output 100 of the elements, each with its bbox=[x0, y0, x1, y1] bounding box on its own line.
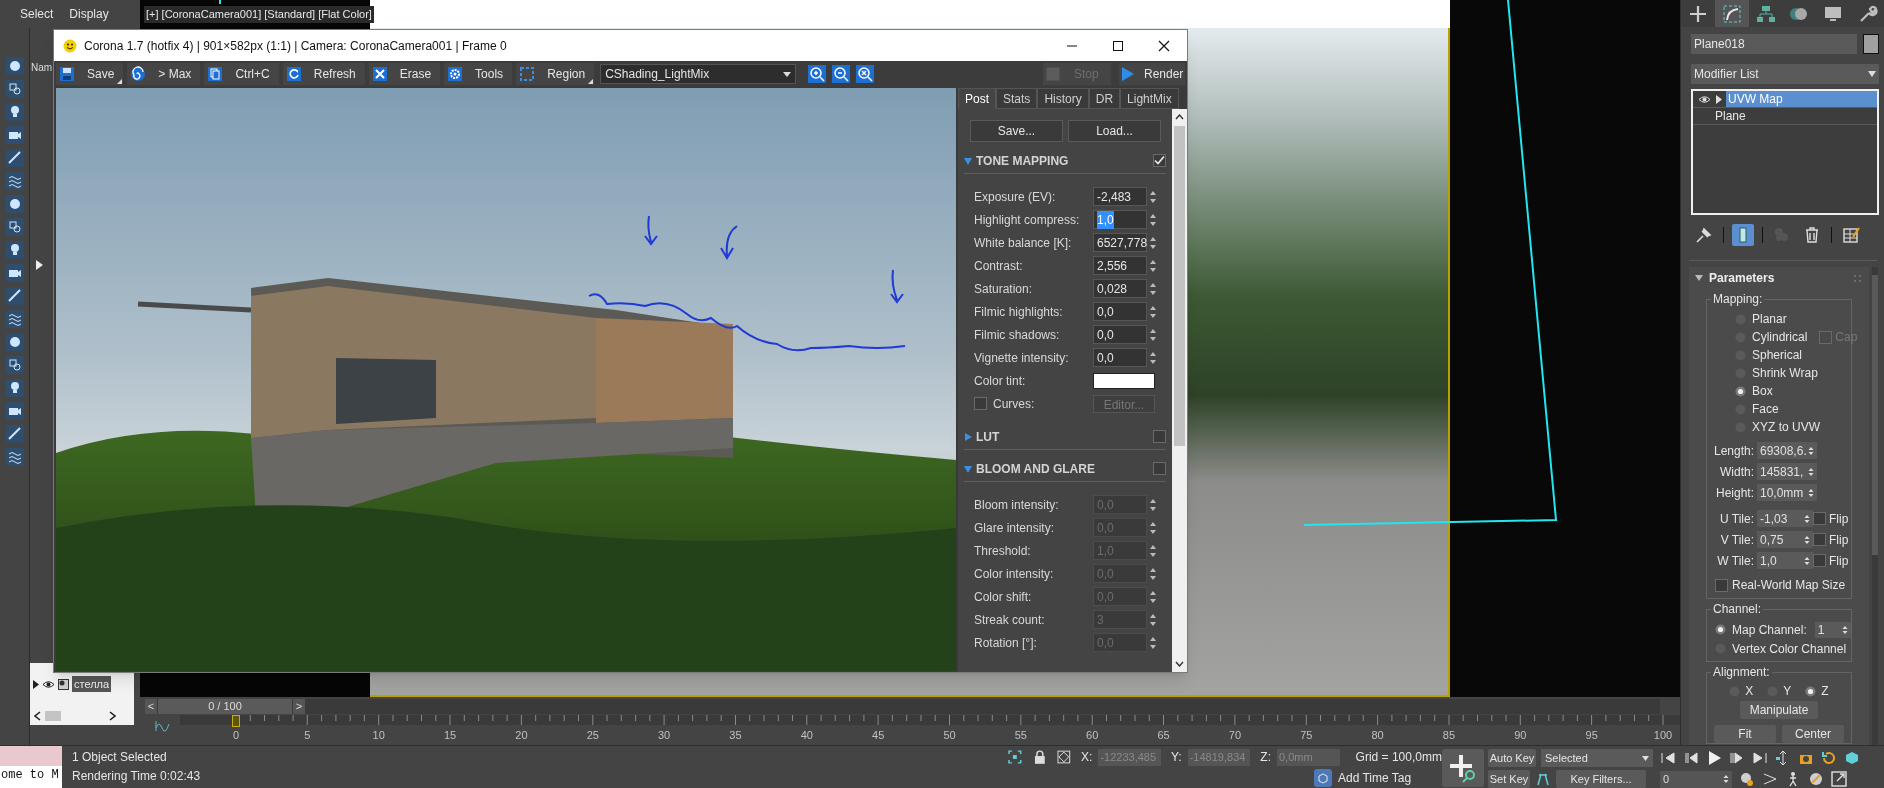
cube-icon[interactable] bbox=[1844, 750, 1860, 766]
spinner-icon[interactable] bbox=[1149, 635, 1157, 650]
scrollbar[interactable] bbox=[1172, 109, 1187, 672]
checkbox[interactable] bbox=[1715, 578, 1728, 592]
option-label[interactable]: Shrink Wrap bbox=[1752, 364, 1818, 382]
number-field[interactable]: -1,03 bbox=[1757, 510, 1813, 527]
modifier-list-dropdown[interactable]: Modifier List bbox=[1691, 64, 1879, 84]
rotate-icon[interactable] bbox=[1821, 750, 1837, 766]
menu-item[interactable]: Display bbox=[69, 5, 109, 23]
auto-key-button[interactable]: Auto Key bbox=[1488, 749, 1536, 767]
cube-icon[interactable] bbox=[1314, 769, 1332, 787]
listener-output[interactable]: ome to M bbox=[0, 766, 62, 788]
scroll-right-icon[interactable] bbox=[109, 711, 116, 721]
number-field[interactable]: 2,556 bbox=[1093, 256, 1147, 275]
checkbox[interactable] bbox=[1153, 154, 1166, 167]
spinner-icon[interactable] bbox=[1149, 497, 1157, 512]
spinner-icon[interactable] bbox=[1149, 212, 1157, 227]
object-color-swatch[interactable] bbox=[1863, 34, 1879, 54]
scroll-left-icon[interactable] bbox=[34, 711, 41, 721]
lightbulb-icon[interactable] bbox=[5, 241, 24, 259]
option-label[interactable]: Vertex Color Channel bbox=[1732, 639, 1847, 658]
collapse-triangle-icon[interactable] bbox=[964, 156, 972, 165]
scrollbar-thumb[interactable] bbox=[45, 711, 61, 721]
expand-arrow-icon[interactable] bbox=[36, 260, 43, 270]
object-name-field[interactable]: Plane018 bbox=[1691, 34, 1857, 54]
option-label[interactable]: X bbox=[1745, 682, 1754, 700]
checkbox-label[interactable]: Flip bbox=[1829, 551, 1849, 570]
timeline-ruler[interactable] bbox=[180, 715, 1680, 725]
clock-icon[interactable] bbox=[1739, 771, 1755, 787]
option-label[interactable]: Spherical bbox=[1752, 346, 1803, 364]
tab[interactable] bbox=[1681, 0, 1715, 27]
number-field[interactable]: 10,0mm bbox=[1757, 484, 1817, 501]
zoom-fit-icon[interactable] bbox=[856, 65, 875, 83]
spinner-icon[interactable] bbox=[1149, 304, 1157, 319]
ruler-icon[interactable] bbox=[5, 287, 24, 305]
menu-item[interactable]: Select bbox=[20, 5, 54, 23]
fit-button[interactable]: Fit bbox=[1714, 725, 1776, 743]
option-label[interactable]: Box bbox=[1752, 382, 1773, 400]
spinner-icon[interactable] bbox=[1149, 235, 1157, 250]
toolbar-button[interactable]: Refresh bbox=[282, 63, 365, 85]
option-label[interactable]: Planar bbox=[1752, 310, 1787, 328]
radio-button[interactable] bbox=[1805, 685, 1817, 697]
scroll-up-icon[interactable] bbox=[1175, 114, 1184, 120]
spinner-icon[interactable] bbox=[1808, 466, 1814, 477]
render-button[interactable]: Render bbox=[1119, 63, 1185, 85]
spinner-icon[interactable] bbox=[1808, 445, 1814, 456]
tab[interactable]: Post bbox=[958, 88, 996, 109]
checkbox-label[interactable]: Flip bbox=[1829, 509, 1849, 528]
save-button[interactable]: Save... bbox=[970, 120, 1063, 142]
lightbulb-icon[interactable] bbox=[5, 379, 24, 397]
key-mode-dropdown[interactable]: Selected bbox=[1541, 749, 1653, 767]
tab[interactable]: LightMix bbox=[1120, 88, 1179, 109]
toolbar-button[interactable]: Region bbox=[516, 63, 595, 85]
lightbulb-icon[interactable] bbox=[5, 103, 24, 121]
tab[interactable]: Stats bbox=[996, 88, 1038, 109]
option-label[interactable]: XYZ to UVW bbox=[1752, 418, 1820, 436]
option-label[interactable]: Y bbox=[1783, 682, 1792, 700]
frame-field[interactable]: 0 bbox=[1660, 770, 1732, 788]
option-label[interactable]: Z bbox=[1821, 682, 1829, 700]
ruler-icon[interactable] bbox=[5, 425, 24, 443]
eye-icon[interactable] bbox=[42, 679, 55, 689]
tab[interactable] bbox=[1714, 0, 1749, 27]
radio-button[interactable] bbox=[1735, 385, 1746, 397]
key-filters-button[interactable]: Key Filters... bbox=[1556, 770, 1646, 788]
checkbox[interactable] bbox=[1813, 533, 1826, 546]
curve-editor-icon[interactable] bbox=[155, 720, 171, 732]
collapse-triangle-icon[interactable] bbox=[964, 464, 972, 473]
channel-dropdown[interactable]: CShading_LightMix bbox=[600, 64, 797, 84]
expand-arrow-icon[interactable] bbox=[1716, 94, 1722, 104]
scrollbar[interactable] bbox=[1872, 267, 1878, 745]
checkbox-label[interactable]: Flip bbox=[1829, 530, 1849, 549]
spinner-icon[interactable] bbox=[1804, 513, 1810, 524]
previous-frame-button[interactable]: < bbox=[145, 699, 157, 714]
number-field[interactable]: 0,028 bbox=[1093, 279, 1147, 298]
toolbar-button[interactable]: Save bbox=[56, 63, 124, 85]
shapes-icon[interactable] bbox=[5, 80, 24, 98]
toolbar-button[interactable]: Ctrl+C bbox=[204, 63, 279, 85]
skip-to-end-icon[interactable] bbox=[1752, 750, 1768, 766]
time-slider-track[interactable]: < 0 / 100 > bbox=[145, 699, 1660, 714]
spinner-icon[interactable] bbox=[1149, 612, 1157, 627]
section-title[interactable]: TONE MAPPING bbox=[976, 151, 1069, 170]
checkbox[interactable] bbox=[1813, 554, 1826, 567]
toolbar-button[interactable] bbox=[1732, 224, 1754, 246]
number-field[interactable]: -2,483 bbox=[1093, 187, 1147, 206]
orbit-icon[interactable] bbox=[1808, 771, 1824, 787]
toolbar-button[interactable]: > Max bbox=[127, 63, 201, 85]
number-field[interactable]: 0,0 bbox=[1093, 325, 1147, 344]
number-field[interactable]: 145831, bbox=[1757, 463, 1817, 480]
waves-icon[interactable] bbox=[5, 172, 24, 190]
ruler-icon[interactable] bbox=[5, 149, 24, 167]
spinner-icon[interactable] bbox=[1804, 555, 1810, 566]
set-key-button[interactable]: Set Key bbox=[1488, 770, 1530, 788]
listener-input[interactable] bbox=[0, 746, 62, 766]
play-icon[interactable] bbox=[1706, 750, 1722, 766]
toolbar-button[interactable]: Erase bbox=[368, 63, 441, 85]
key-icon[interactable] bbox=[1535, 771, 1551, 787]
zoom-out-icon[interactable] bbox=[832, 65, 851, 83]
checkbox[interactable] bbox=[1153, 430, 1166, 443]
previous-frame-icon[interactable] bbox=[1683, 750, 1699, 766]
lock-icon[interactable] bbox=[1033, 750, 1046, 764]
